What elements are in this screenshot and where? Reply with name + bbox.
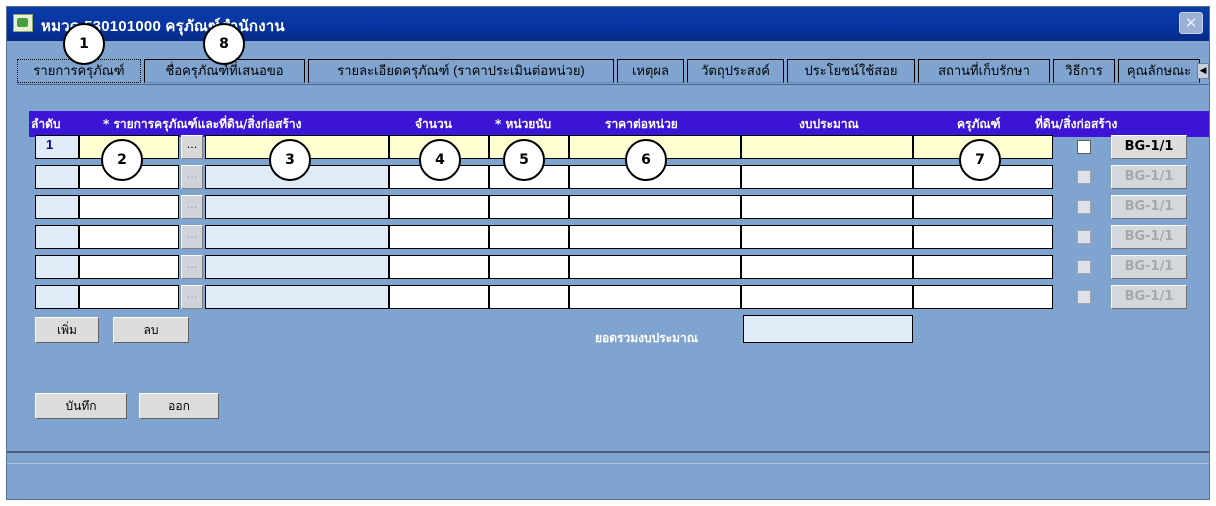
row-1-browse-button[interactable]: ... — [181, 135, 203, 159]
row-5-asset-field[interactable] — [913, 255, 1053, 279]
row-3-land-checkbox[interactable] — [1077, 200, 1091, 214]
callout-8: 8 — [203, 23, 245, 65]
row-5-land-checkbox[interactable] — [1077, 260, 1091, 274]
row-4-unit-field[interactable] — [489, 225, 569, 249]
col-land: ที่ดิน/สิ่งก่อสร้าง — [1035, 117, 1118, 131]
tab-details[interactable]: รายละเอียดครุภัณฑ์ (ราคาประเมินต่อหน่วย) — [308, 59, 614, 83]
row-6-qty-field[interactable] — [389, 285, 489, 309]
tab-reason[interactable]: เหตุผล — [617, 59, 684, 83]
row-6-browse-button[interactable]: ... — [181, 285, 203, 309]
row-4-qty-field[interactable] — [389, 225, 489, 249]
row-1-bg-button[interactable]: BG-1/1 — [1111, 135, 1187, 159]
total-budget-label: ยอดรวมงบประมาณ — [595, 331, 698, 345]
row-5-code-field[interactable] — [79, 255, 179, 279]
add-button[interactable]: เพิ่ม — [35, 317, 99, 343]
tab-storage-location[interactable]: สถานที่เก็บรักษา — [918, 59, 1050, 83]
row-4-budget-field[interactable] — [741, 225, 913, 249]
row-6-land-checkbox[interactable] — [1077, 290, 1091, 304]
row-4-seq-cell — [35, 225, 79, 249]
row-3-unit-field[interactable] — [489, 195, 569, 219]
row-3-asset-field[interactable] — [913, 195, 1053, 219]
row-3-code-field[interactable] — [79, 195, 179, 219]
row-2-browse-button[interactable]: ... — [181, 165, 203, 189]
callout-7: 7 — [959, 139, 1001, 181]
row-6-bg-button[interactable]: BG-1/1 — [1111, 285, 1187, 309]
row-4-land-checkbox[interactable] — [1077, 230, 1091, 244]
tab-usage[interactable]: ประโยชน์ใช้สอย — [787, 59, 915, 83]
close-button[interactable]: ✕ — [1179, 12, 1203, 34]
row-1-land-checkbox[interactable] — [1077, 140, 1091, 154]
callout-2: 2 — [101, 139, 143, 181]
col-qty: จำนวน — [415, 117, 452, 131]
tab-method[interactable]: วิธีการ — [1053, 59, 1115, 83]
row-5-unit-field[interactable] — [489, 255, 569, 279]
tab-panel-border — [17, 84, 1209, 85]
row-6-asset-field[interactable] — [913, 285, 1053, 309]
tab-objective[interactable]: วัตถุประสงค์ — [687, 59, 784, 83]
row-6-desc-field[interactable] — [205, 285, 389, 309]
callout-6: 6 — [625, 139, 667, 181]
row-4-price-field[interactable] — [569, 225, 741, 249]
row-4-bg-button[interactable]: BG-1/1 — [1111, 225, 1187, 249]
exit-button[interactable]: ออก — [139, 393, 219, 419]
row-5-price-field[interactable] — [569, 255, 741, 279]
row-3-browse-button[interactable]: ... — [181, 195, 203, 219]
row-2-budget-field[interactable] — [741, 165, 913, 189]
row-4-browse-button[interactable]: ... — [181, 225, 203, 249]
col-item: * รายการครุภัณฑ์และที่ดิน/สิ่งก่อสร้าง — [103, 117, 302, 131]
tab-strip: รายการครุภัณฑ์ ชื่อครุภัณฑ์ที่เสนอขอ ราย… — [17, 59, 1209, 85]
app-icon — [13, 14, 33, 32]
row-5-budget-field[interactable] — [741, 255, 913, 279]
row-6-unit-field[interactable] — [489, 285, 569, 309]
col-price: ราคาต่อหน่วย — [605, 117, 678, 131]
callout-1: 1 — [63, 23, 105, 65]
row-3-bg-button[interactable]: BG-1/1 — [1111, 195, 1187, 219]
row-4-asset-field[interactable] — [913, 225, 1053, 249]
callout-3: 3 — [269, 139, 311, 181]
tab-specification[interactable]: คุณลักษณะ — [1118, 59, 1200, 83]
row-5-qty-field[interactable] — [389, 255, 489, 279]
row-3-desc-field[interactable] — [205, 195, 389, 219]
row-3-qty-field[interactable] — [389, 195, 489, 219]
row-3-seq-cell — [35, 195, 79, 219]
tab-scroll-left-icon[interactable]: ◀ — [1197, 63, 1209, 79]
row-3-budget-field[interactable] — [741, 195, 913, 219]
row-6-code-field[interactable] — [79, 285, 179, 309]
row-2-seq-cell — [35, 165, 79, 189]
status-divider-highlight — [7, 463, 1209, 464]
row-6-price-field[interactable] — [569, 285, 741, 309]
equipment-window: หมวด 530101000 ครุภัณฑ์สำนักงาน ✕ รายการ… — [6, 6, 1210, 500]
col-seq: ลำดับ — [31, 117, 61, 131]
callout-4: 4 — [419, 139, 461, 181]
table-header: ลำดับ * รายการครุภัณฑ์และที่ดิน/สิ่งก่อส… — [29, 111, 1209, 137]
row-1-seq-cell: 1 — [35, 135, 79, 159]
title-bar[interactable]: หมวด 530101000 ครุภัณฑ์สำนักงาน ✕ — [7, 7, 1209, 41]
row-4-desc-field[interactable] — [205, 225, 389, 249]
row-6-budget-field[interactable] — [741, 285, 913, 309]
row-1-budget-field[interactable] — [741, 135, 913, 159]
callout-5: 5 — [503, 139, 545, 181]
row-2-bg-button[interactable]: BG-1/1 — [1111, 165, 1187, 189]
status-divider — [7, 451, 1209, 453]
save-button[interactable]: บันทึก — [35, 393, 127, 419]
total-budget-field[interactable] — [743, 315, 913, 343]
col-unit: * หน่วยนับ — [495, 117, 552, 131]
row-6-seq-cell — [35, 285, 79, 309]
row-5-desc-field[interactable] — [205, 255, 389, 279]
row-2-land-checkbox[interactable] — [1077, 170, 1091, 184]
row-3-price-field[interactable] — [569, 195, 741, 219]
col-asset: ครุภัณฑ์ — [957, 117, 1001, 131]
row-5-bg-button[interactable]: BG-1/1 — [1111, 255, 1187, 279]
row-5-seq-cell — [35, 255, 79, 279]
row-4-code-field[interactable] — [79, 225, 179, 249]
delete-button[interactable]: ลบ — [113, 317, 189, 343]
row-5-browse-button[interactable]: ... — [181, 255, 203, 279]
col-budget: งบประมาณ — [799, 117, 859, 131]
